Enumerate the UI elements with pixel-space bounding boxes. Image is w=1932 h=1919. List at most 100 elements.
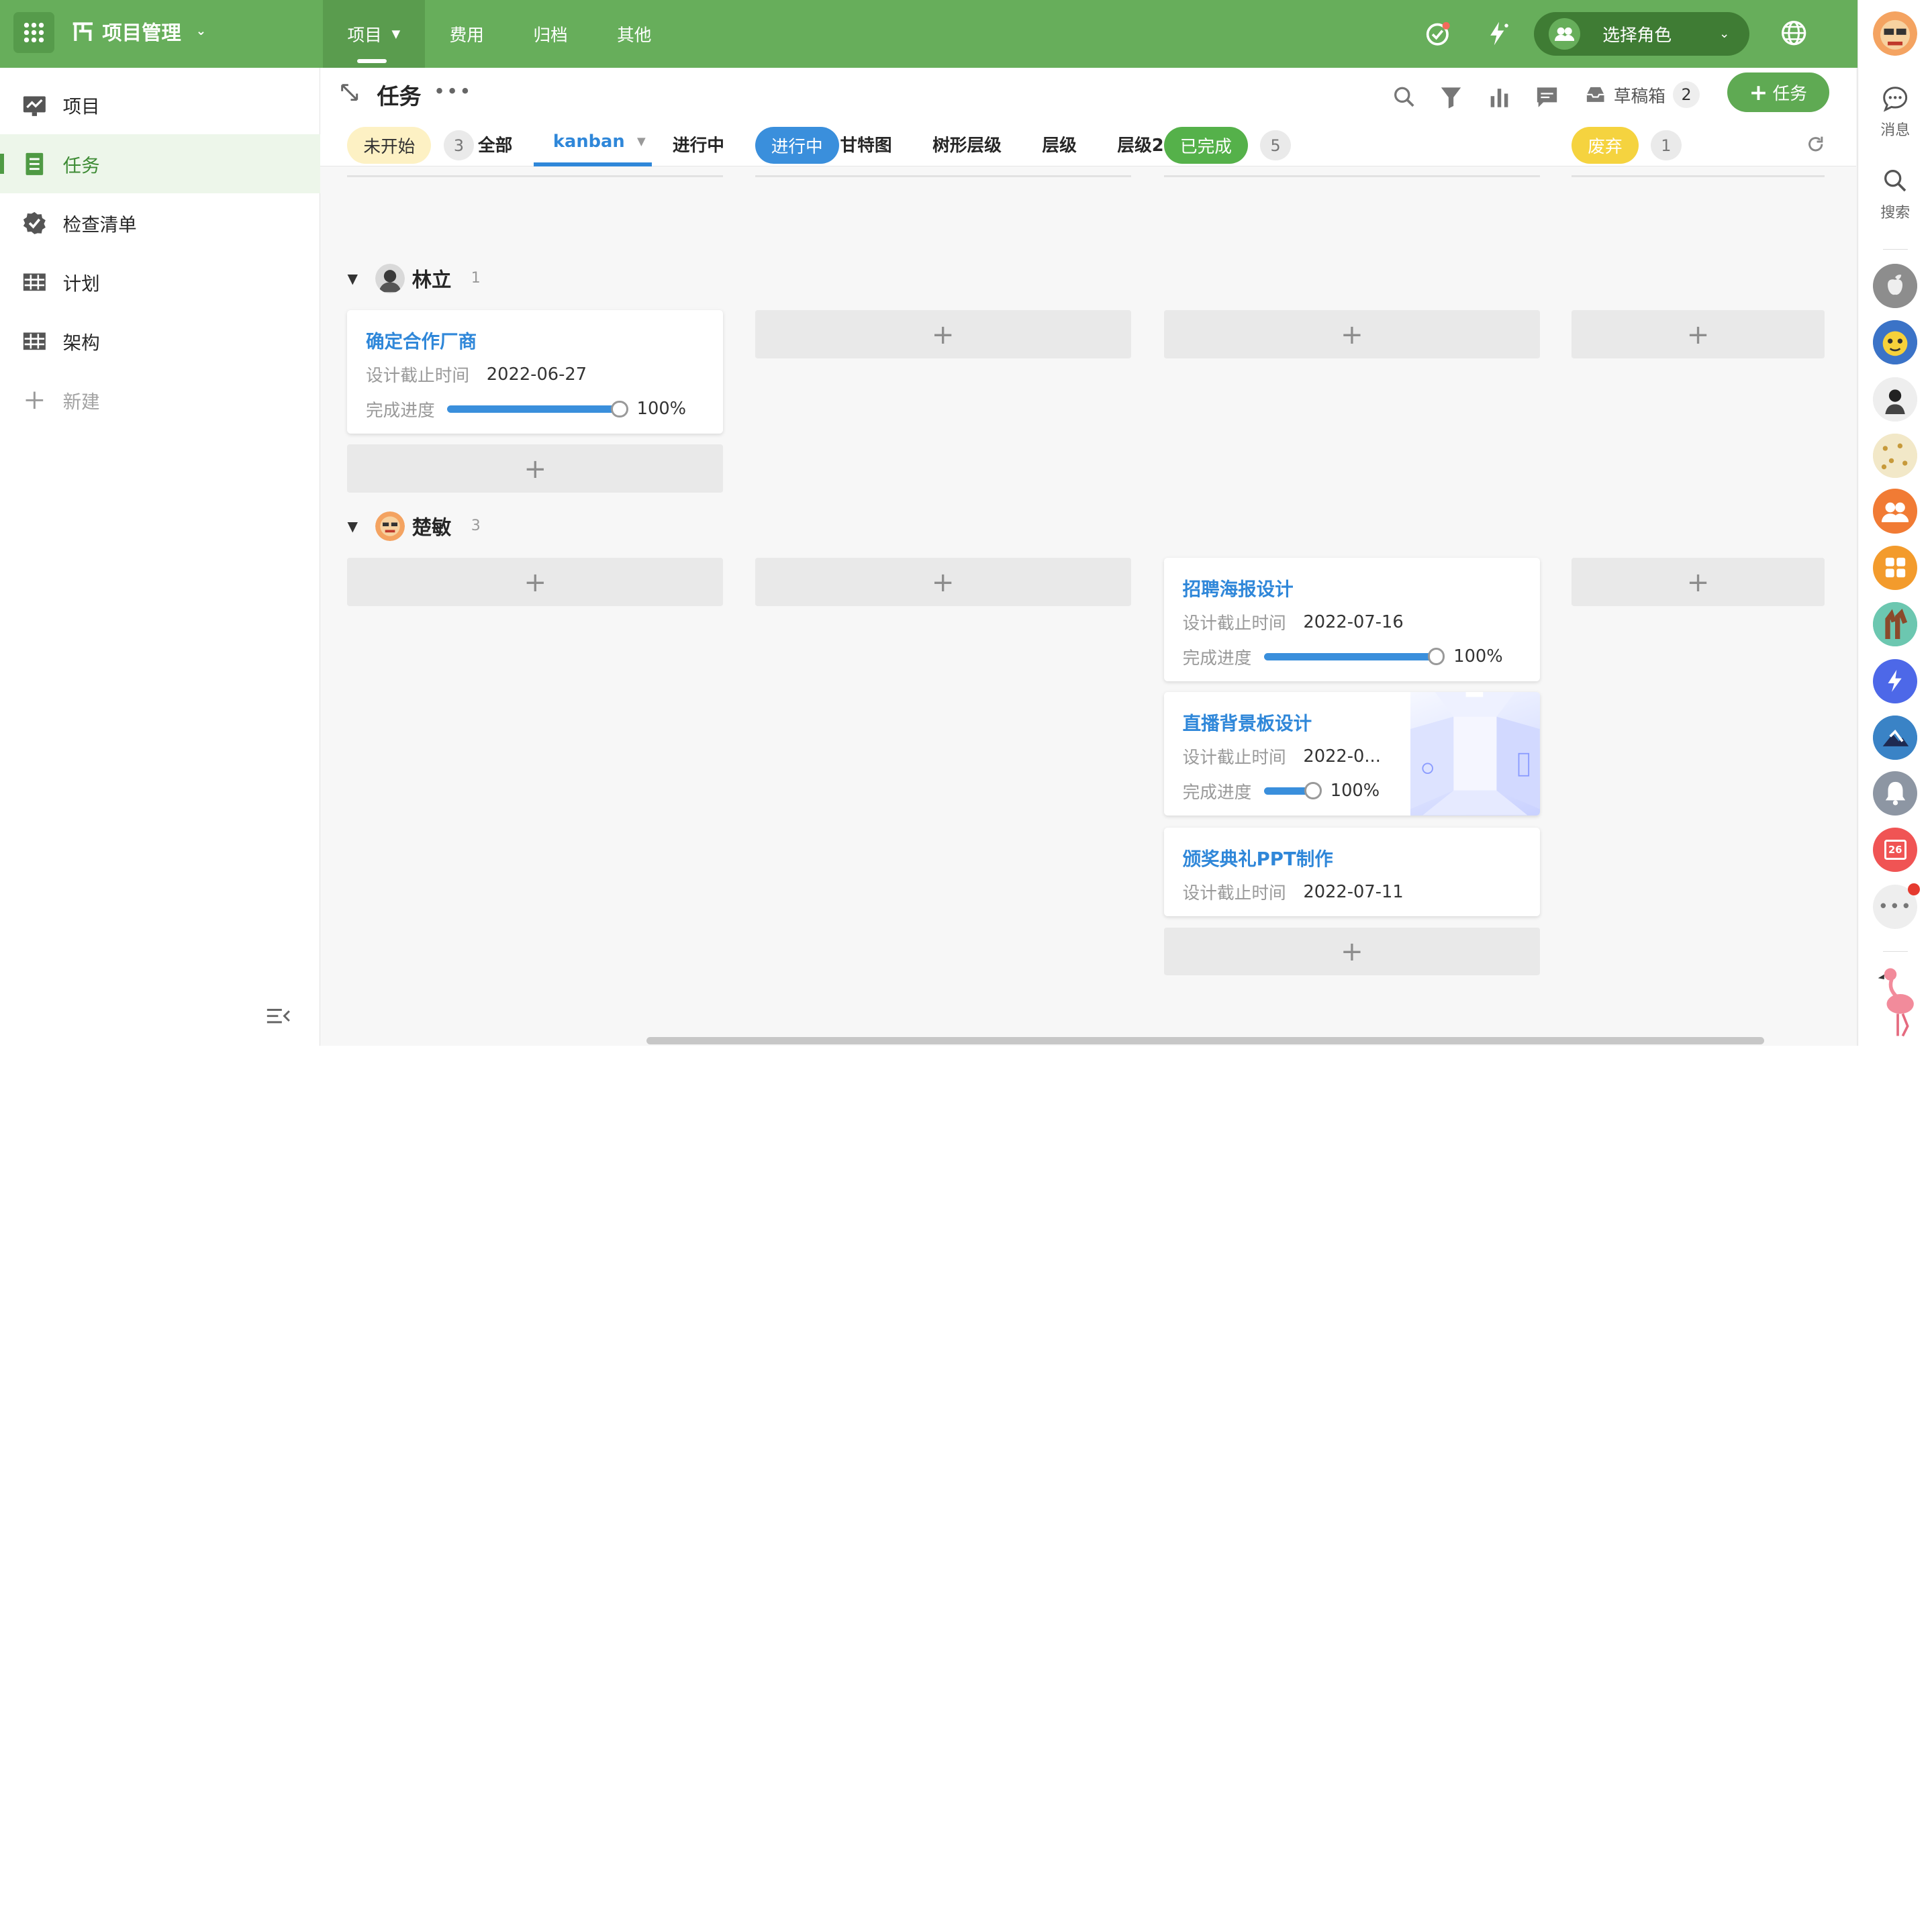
task-title[interactable]: 颁奖典礼PPT制作 bbox=[1183, 844, 1333, 871]
app-grid-icon[interactable] bbox=[13, 12, 54, 53]
column-divider bbox=[1572, 175, 1825, 178]
nav-item-other[interactable]: 其他 bbox=[592, 0, 676, 68]
sidebar-item-architecture[interactable]: 架构 bbox=[0, 311, 320, 371]
globe-icon[interactable] bbox=[1780, 19, 1807, 46]
flash-icon[interactable] bbox=[1484, 19, 1511, 46]
comment-icon[interactable] bbox=[1536, 83, 1558, 112]
task-title[interactable]: 确定合作厂商 bbox=[366, 326, 477, 353]
role-select-label: 选择角色 bbox=[1602, 25, 1672, 46]
apps-grid-icon[interactable] bbox=[1873, 545, 1918, 590]
bell-icon[interactable] bbox=[1873, 771, 1918, 816]
app-name: 项目管理 bbox=[102, 21, 181, 44]
app-switcher[interactable]: 项目管理 ⌄ bbox=[70, 17, 206, 46]
tab-in-progress[interactable]: 进行中 bbox=[673, 132, 724, 156]
flash-app-icon[interactable] bbox=[1873, 658, 1918, 703]
check-circle-icon[interactable] bbox=[1425, 21, 1452, 48]
progress-bar bbox=[447, 400, 628, 418]
add-card-button[interactable]: + bbox=[347, 558, 724, 606]
task-card[interactable]: 直播背景板设计 设计截止时间 2022-0... 完成进度 100% bbox=[1164, 692, 1540, 816]
app-avatar-person[interactable] bbox=[1873, 377, 1918, 422]
tab-all[interactable]: 全部 bbox=[478, 132, 512, 156]
tab-kanban[interactable]: kanban ▼ bbox=[553, 132, 646, 152]
sidebar-item-task[interactable]: 任务 bbox=[0, 134, 321, 194]
sidebar-item-plan[interactable]: 计划 bbox=[0, 252, 320, 311]
refresh-icon[interactable] bbox=[1806, 134, 1825, 154]
status-badge-not-started[interactable]: 未开始 bbox=[347, 127, 432, 164]
avatar bbox=[375, 511, 405, 541]
group-header-linli[interactable]: ▼ 林立 1 bbox=[347, 263, 481, 293]
hands-app-icon[interactable] bbox=[1873, 602, 1918, 647]
due-row: 设计截止时间 2022-07-11 bbox=[1182, 881, 1404, 904]
collapse-sidebar-icon[interactable] bbox=[266, 1006, 291, 1026]
filter-icon[interactable] bbox=[1440, 83, 1462, 112]
add-card-button[interactable]: + bbox=[1572, 310, 1825, 358]
due-date: 2022-07-11 bbox=[1303, 881, 1404, 902]
add-card-button[interactable]: + bbox=[1164, 927, 1540, 976]
calendar-day: 26 bbox=[1884, 840, 1906, 860]
task-card[interactable]: 确定合作厂商 设计截止时间 2022-06-27 完成进度 100% bbox=[347, 310, 724, 434]
app-avatar-apple[interactable] bbox=[1873, 263, 1918, 308]
role-select[interactable]: 选择角色 ⌄ bbox=[1533, 12, 1749, 56]
messages-label: 消息 bbox=[1880, 122, 1911, 140]
sidebar-item-label: 架构 bbox=[62, 332, 100, 354]
add-task-button[interactable]: + 任务 bbox=[1727, 72, 1829, 112]
messages-button[interactable]: 消息 bbox=[1858, 85, 1931, 140]
add-card-button[interactable]: + bbox=[755, 558, 1131, 606]
tab-hierarchy-2[interactable]: 层级2 bbox=[1117, 132, 1163, 156]
draft-box-button[interactable]: 草稿箱 2 bbox=[1586, 79, 1700, 111]
due-row: 设计截止时间 2022-06-27 bbox=[365, 364, 587, 387]
app-avatar-cartoon[interactable] bbox=[1873, 320, 1918, 365]
tab-hierarchy[interactable]: 层级 bbox=[1042, 132, 1076, 156]
task-title[interactable]: 直播背景板设计 bbox=[1183, 708, 1312, 735]
tab-gantt[interactable]: 甘特图 bbox=[840, 132, 891, 156]
status-badge-discarded[interactable]: 废弃 bbox=[1572, 127, 1639, 164]
sidebar-item-project[interactable]: 项目 bbox=[0, 75, 320, 134]
task-card[interactable]: 颁奖典礼PPT制作 设计截止时间 2022-07-11 bbox=[1164, 828, 1540, 917]
sidebar-item-checklist[interactable]: 检查清单 bbox=[0, 193, 320, 252]
nav-item-project[interactable]: 项目 ▼ bbox=[322, 0, 425, 68]
group-name: 林立 bbox=[412, 268, 452, 291]
column-count: 5 bbox=[1260, 130, 1292, 161]
app-avatar-pattern[interactable] bbox=[1873, 433, 1918, 478]
flamingo-mascot-icon[interactable] bbox=[1876, 965, 1917, 1041]
status-badge-in-progress[interactable]: 进行中 bbox=[755, 127, 839, 164]
progress-row: 完成进度 100% bbox=[365, 399, 687, 421]
caret-down-icon: ▼ bbox=[636, 134, 646, 148]
task-card[interactable]: 招聘海报设计 设计截止时间 2022-07-16 完成进度 100% bbox=[1164, 558, 1540, 681]
add-task-label: 任务 bbox=[1772, 84, 1807, 105]
draft-label: 草稿箱 bbox=[1613, 86, 1665, 107]
status-badge-done[interactable]: 已完成 bbox=[1164, 127, 1248, 164]
column-header-done: 已完成 5 bbox=[1164, 127, 1292, 164]
nav-item-cost[interactable]: 费用 bbox=[425, 0, 509, 68]
task-title[interactable]: 招聘海报设计 bbox=[1183, 574, 1294, 601]
sidebar-item-new[interactable]: 新建 bbox=[0, 371, 320, 430]
more-icon[interactable]: ••• bbox=[434, 80, 472, 103]
group-name: 楚敏 bbox=[412, 515, 452, 539]
search-button[interactable]: 搜索 bbox=[1858, 168, 1931, 222]
add-card-button[interactable]: + bbox=[1164, 310, 1540, 358]
column-divider bbox=[347, 175, 724, 178]
user-avatar[interactable] bbox=[1873, 11, 1918, 56]
expand-icon[interactable] bbox=[340, 83, 359, 102]
draft-count: 2 bbox=[1672, 81, 1700, 109]
horizontal-scrollbar[interactable] bbox=[646, 1037, 1764, 1045]
mountain-app-icon[interactable] bbox=[1873, 716, 1918, 760]
add-card-button[interactable]: + bbox=[755, 310, 1131, 358]
bar-chart-icon[interactable] bbox=[1488, 83, 1510, 112]
top-bar: 项目管理 ⌄ 项目 ▼ 费用 归档 其他 选择角色 ⌄ bbox=[0, 0, 1858, 68]
progress-knob[interactable] bbox=[611, 400, 628, 418]
page-title: 任务 bbox=[377, 83, 422, 110]
project-logo-icon bbox=[73, 22, 93, 42]
tab-tree-hierarchy[interactable]: 树形层级 bbox=[932, 132, 1002, 156]
add-card-button[interactable]: + bbox=[347, 444, 724, 493]
nav-item-archive[interactable]: 归档 bbox=[509, 0, 593, 68]
group-header-chumin[interactable]: ▼ 楚敏 3 bbox=[347, 511, 481, 541]
group-app-icon[interactable] bbox=[1873, 489, 1918, 534]
users-icon bbox=[1548, 17, 1581, 50]
progress-knob[interactable] bbox=[1427, 648, 1445, 666]
search-icon[interactable] bbox=[1393, 83, 1415, 112]
add-card-button[interactable]: + bbox=[1572, 558, 1825, 606]
progress-knob[interactable] bbox=[1304, 782, 1322, 800]
plus-icon: + bbox=[1749, 79, 1768, 106]
calendar-icon[interactable]: 26 bbox=[1873, 828, 1918, 873]
